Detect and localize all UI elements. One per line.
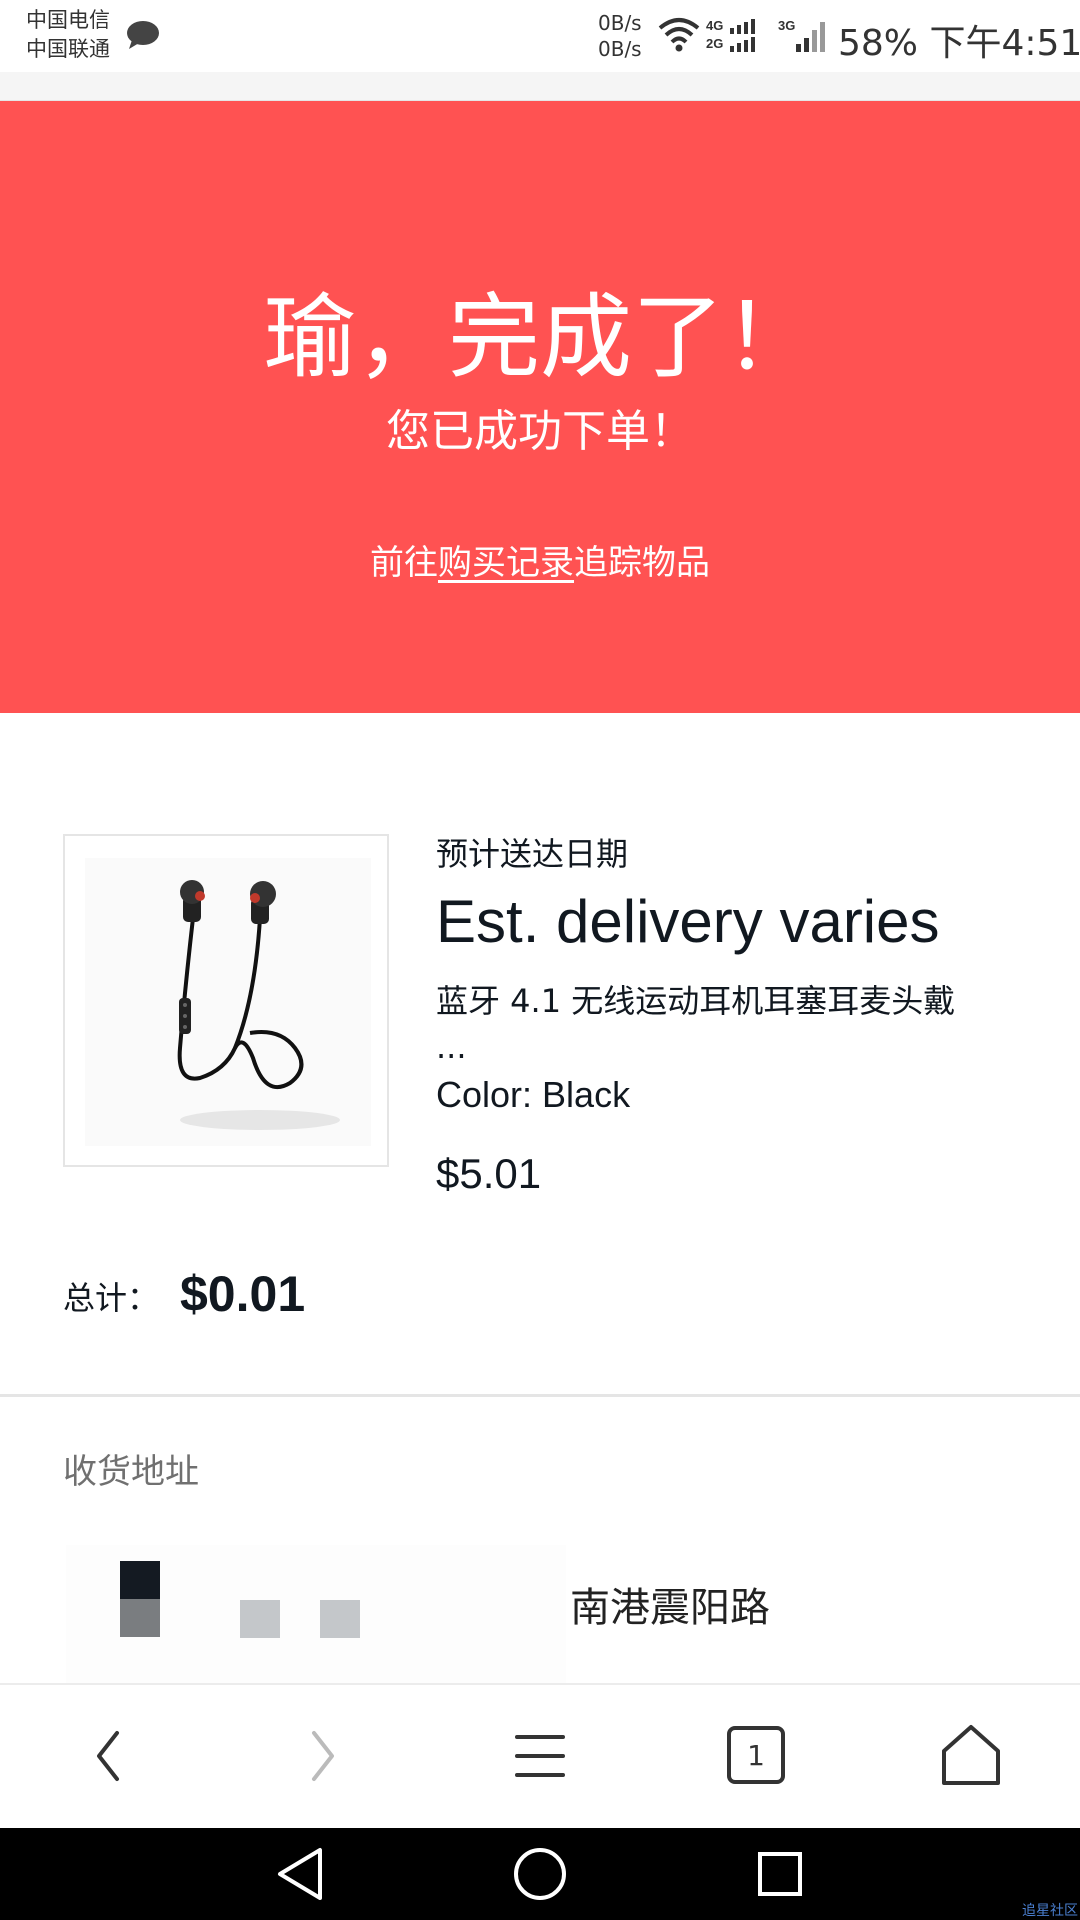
back-button[interactable] — [63, 1711, 153, 1801]
section-divider — [0, 1394, 1080, 1397]
nav-recents-button[interactable] — [748, 1842, 812, 1906]
total-value: $0.01 — [180, 1266, 306, 1322]
signal-4g-2g-icon: 4G 2G — [706, 18, 755, 52]
tab-count: 1 — [747, 1739, 765, 1772]
nav-home-button[interactable] — [508, 1842, 572, 1906]
forward-button[interactable] — [278, 1711, 368, 1801]
order-success-banner: 瑜，完成了！ 您已成功下单！ 前往购买记录追踪物品 — [0, 101, 1080, 713]
nav-back-button[interactable] — [268, 1842, 332, 1906]
item-price: $5.01 — [436, 1150, 542, 1197]
item-title[interactable]: 蓝牙 4.1 无线运动耳机耳塞耳麦头戴 ... — [436, 978, 1036, 1070]
speed-down: 0B/s — [598, 37, 642, 61]
page-top-strip — [0, 72, 1080, 102]
est-delivery-label: 预计送达日期 — [436, 835, 629, 873]
menu-button[interactable] — [495, 1711, 585, 1801]
circle-home-icon — [514, 1848, 566, 1900]
est-delivery-value: Est. delivery varies — [436, 888, 940, 955]
success-subtitle: 您已成功下单！ — [386, 406, 694, 457]
track-suffix: 追踪物品 — [574, 543, 710, 583]
square-recents-icon — [758, 1852, 802, 1896]
shipping-address-text: 南港震阳路 — [570, 1585, 770, 1631]
earphones-icon — [177, 880, 340, 1130]
battery-level: 58% — [838, 23, 919, 64]
hamburger-menu-icon — [515, 1735, 565, 1777]
track-items-text: 前往购买记录追踪物品 — [0, 541, 1080, 585]
network-speed: 0B/s 0B/s — [598, 10, 642, 62]
signal-3g-icon: 3G — [778, 18, 825, 52]
watermark-text: 追星社区 — [1022, 1903, 1078, 1919]
shipping-address-label: 收货地址 — [63, 1452, 199, 1492]
browser-toolbar: 1 — [0, 1683, 1080, 1830]
item-title-line2: ... — [436, 1028, 467, 1066]
carrier-2: 中国联通 — [26, 37, 110, 61]
carrier-names: 中国电信 中国联通 — [26, 6, 110, 64]
speed-up: 0B/s — [598, 11, 642, 35]
redacted-block — [120, 1561, 160, 1599]
redacted-block — [120, 1599, 160, 1637]
redacted-area — [66, 1545, 566, 1705]
triangle-back-icon — [278, 1848, 322, 1900]
tabs-button[interactable]: 1 — [711, 1711, 801, 1801]
earphones-image — [85, 858, 371, 1146]
chat-bubble-icon — [127, 21, 159, 49]
chevron-right-icon — [312, 1731, 334, 1781]
home-button[interactable] — [926, 1711, 1016, 1801]
svg-text:4G: 4G — [706, 18, 723, 33]
purchase-history-link[interactable]: 购买记录 — [438, 543, 574, 583]
item-title-line1: 蓝牙 4.1 无线运动耳机耳塞耳麦头戴 — [436, 982, 956, 1020]
total-label: 总计： — [63, 1279, 160, 1317]
svg-text:3G: 3G — [778, 18, 795, 33]
chevron-left-icon — [97, 1731, 119, 1781]
home-icon — [942, 1725, 1000, 1785]
redacted-block — [320, 1600, 360, 1638]
track-prefix: 前往 — [370, 543, 438, 583]
carrier-1: 中国电信 — [26, 8, 110, 32]
svg-text:2G: 2G — [706, 36, 723, 51]
status-right: 58% 下午4:51 — [838, 14, 1080, 66]
wifi-icon — [658, 18, 700, 52]
redacted-block — [240, 1600, 280, 1638]
system-nav-bar: 追星社区 — [0, 1828, 1080, 1920]
success-title: 瑜，完成了！ — [263, 284, 816, 391]
item-color: Color: Black — [436, 1074, 631, 1115]
status-bar: 中国电信 中国联通 0B/s 0B/s 4G 2G 3G 58% 下午4:51 — [0, 0, 1080, 72]
clock: 下午4:51 — [929, 23, 1080, 64]
item-image[interactable] — [63, 834, 389, 1167]
